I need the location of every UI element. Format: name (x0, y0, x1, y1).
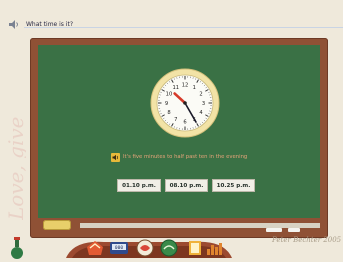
answer-button-1[interactable]: 01.10 p.m. (117, 179, 161, 192)
chalk-tray-slot (80, 223, 320, 228)
answer-button-2[interactable]: 08.10 p.m. (165, 179, 208, 192)
clock-numeral: 1 (193, 85, 196, 91)
clock-numeral: 12 (182, 82, 189, 88)
title-bar: What time is it? (0, 8, 343, 32)
question: It's five minutes to half past ten in th… (111, 152, 301, 164)
sponge-icon (43, 220, 71, 230)
speaker-icon[interactable] (111, 153, 120, 162)
chalk-icon (288, 228, 300, 232)
calculator-icon[interactable]: 000 (108, 238, 130, 258)
clock-numeral: 7 (174, 117, 177, 123)
margin-decoration: Love, give love to me (4, 116, 26, 220)
bar-chart-icon[interactable] (204, 238, 226, 258)
answer-button-3[interactable]: 10.25 p.m. (212, 179, 255, 192)
analog-clock: 123456789101112 (150, 68, 220, 138)
clock-numeral: 9 (165, 101, 168, 107)
title-divider (24, 27, 343, 28)
bottom-toolbar: 000 (64, 236, 234, 260)
backpack-icon[interactable] (84, 238, 106, 258)
book-icon[interactable] (184, 238, 206, 258)
clock-numeral: 3 (202, 101, 205, 107)
speaker-icon[interactable] (9, 20, 20, 29)
answer-options: 01.10 p.m. 08.10 p.m. 10.25 p.m. (117, 179, 255, 193)
clock-numeral: 6 (183, 119, 186, 125)
clock-numeral: 10 (166, 92, 173, 98)
signature: Peter Bechter 2005 (272, 236, 342, 244)
lamp-icon (11, 237, 23, 259)
question-text: It's five minutes to half past ten in th… (123, 154, 248, 160)
chalk-icon (266, 228, 282, 232)
clock-numeral: 2 (199, 92, 202, 98)
globe-icon[interactable] (134, 238, 156, 258)
clock-numeral: 8 (167, 110, 170, 116)
clock-icon[interactable] (158, 238, 180, 258)
svg-text:000: 000 (115, 245, 123, 251)
clock-numeral: 11 (172, 85, 179, 91)
